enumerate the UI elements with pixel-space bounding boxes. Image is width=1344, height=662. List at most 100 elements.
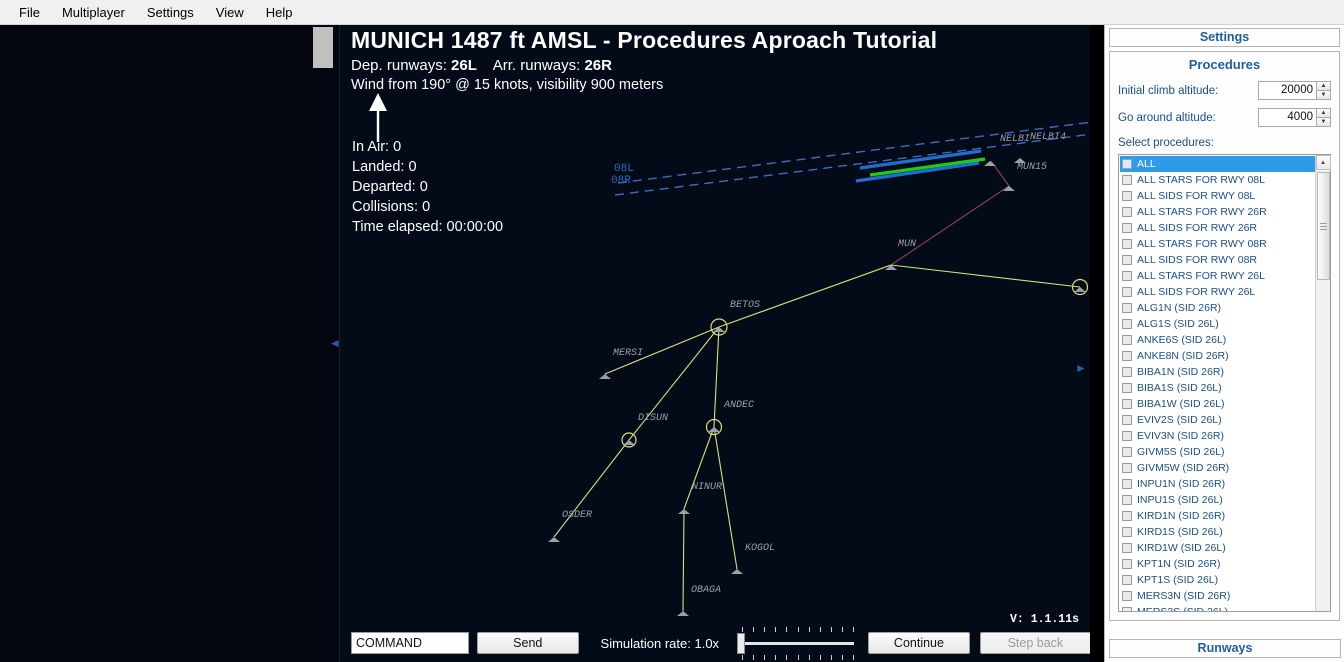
procedure-label: ALL STARS FOR RWY 08R bbox=[1137, 238, 1267, 250]
go-around-decrement-icon[interactable]: ▼ bbox=[1316, 117, 1331, 127]
procedure-list-item[interactable]: ALL SIDS FOR RWY 08R bbox=[1120, 252, 1315, 268]
checkbox-icon[interactable] bbox=[1122, 191, 1132, 201]
procedure-list-item[interactable]: BIBA1W (SID 26L) bbox=[1120, 396, 1315, 412]
procedure-list-item[interactable]: KIRD1S (SID 26L) bbox=[1120, 524, 1315, 540]
procedure-list-item[interactable]: MERS3N (SID 26R) bbox=[1120, 588, 1315, 604]
menu-item-file[interactable]: File bbox=[8, 2, 51, 23]
initial-climb-altitude-stepper[interactable]: 20000 ▲ ▼ bbox=[1258, 81, 1331, 100]
menu-item-help[interactable]: Help bbox=[255, 2, 304, 23]
procedure-list-item[interactable]: KIRD1N (SID 26R) bbox=[1120, 508, 1315, 524]
procedure-list-item[interactable]: BIBA1N (SID 26R) bbox=[1120, 364, 1315, 380]
checkbox-icon[interactable] bbox=[1122, 319, 1132, 329]
procedure-list-item[interactable]: MERS3S (SID 26L) bbox=[1120, 604, 1315, 611]
checkbox-icon[interactable] bbox=[1122, 383, 1132, 393]
collapse-right-arrow-icon[interactable]: ► bbox=[1075, 358, 1087, 378]
procedure-list-item[interactable]: ALL STARS FOR RWY 26R bbox=[1120, 204, 1315, 220]
procedure-list-item[interactable]: BIBA1S (SID 26L) bbox=[1120, 380, 1315, 396]
slider-track[interactable] bbox=[741, 642, 855, 645]
checkbox-icon[interactable] bbox=[1122, 255, 1132, 265]
scrollbar-grip-icon bbox=[1320, 221, 1327, 232]
checkbox-icon[interactable] bbox=[1122, 447, 1132, 457]
procedure-label: ALL SIDS FOR RWY 08R bbox=[1137, 254, 1258, 266]
checkbox-icon[interactable] bbox=[1122, 543, 1132, 553]
checkbox-icon[interactable] bbox=[1122, 223, 1132, 233]
checkbox-icon[interactable] bbox=[1122, 479, 1132, 489]
procedure-list-item[interactable]: ALL SIDS FOR RWY 26L bbox=[1120, 284, 1315, 300]
checkbox-icon[interactable] bbox=[1122, 239, 1132, 249]
procedure-list-item[interactable]: ALL SIDS FOR RWY 08L bbox=[1120, 188, 1315, 204]
checkbox-icon[interactable] bbox=[1122, 303, 1132, 313]
continue-button[interactable]: Continue bbox=[868, 632, 970, 654]
checkbox-icon[interactable] bbox=[1122, 511, 1132, 521]
checkbox-icon[interactable] bbox=[1122, 271, 1132, 281]
checkbox-icon[interactable] bbox=[1122, 463, 1132, 473]
initial-climb-decrement-icon[interactable]: ▼ bbox=[1316, 90, 1331, 100]
procedure-label: ALL bbox=[1137, 158, 1156, 170]
procedure-list-item[interactable]: KPT1N (SID 26R) bbox=[1120, 556, 1315, 572]
procedure-list-item[interactable]: INPU1S (SID 26L) bbox=[1120, 492, 1315, 508]
procedure-list-item[interactable]: EVIV2S (SID 26L) bbox=[1120, 412, 1315, 428]
checkbox-icon[interactable] bbox=[1122, 175, 1132, 185]
checkbox-icon[interactable] bbox=[1122, 607, 1132, 611]
checkbox-icon[interactable] bbox=[1122, 495, 1132, 505]
checkbox-icon[interactable] bbox=[1122, 287, 1132, 297]
checkbox-icon[interactable] bbox=[1122, 591, 1132, 601]
procedure-list-item[interactable]: ALG1N (SID 26R) bbox=[1120, 300, 1315, 316]
procedure-list-item[interactable]: KIRD1W (SID 26L) bbox=[1120, 540, 1315, 556]
step-back-button[interactable]: Step back bbox=[979, 632, 1090, 654]
procedure-label: KPT1N (SID 26R) bbox=[1137, 558, 1221, 570]
checkbox-icon[interactable] bbox=[1122, 431, 1132, 441]
checkbox-icon[interactable] bbox=[1122, 335, 1132, 345]
menu-item-view[interactable]: View bbox=[205, 2, 255, 23]
procedure-list-item[interactable]: ALL STARS FOR RWY 26L bbox=[1120, 268, 1315, 284]
procedure-list-item[interactable]: ALL STARS FOR RWY 08L bbox=[1120, 172, 1315, 188]
stat-departed: Departed: 0 bbox=[352, 179, 428, 195]
command-input[interactable] bbox=[351, 632, 469, 654]
go-around-altitude-input[interactable]: 4000 bbox=[1258, 108, 1316, 127]
settings-sidebar: Settings Procedures Initial climb altitu… bbox=[1104, 25, 1344, 662]
initial-climb-increment-icon[interactable]: ▲ bbox=[1316, 81, 1331, 90]
checkbox-icon[interactable] bbox=[1122, 415, 1132, 425]
procedures-list-container: ALL ALL STARS FOR RWY 08L ALL SIDS FOR RWY… bbox=[1118, 154, 1331, 612]
control-bar: Send Simulation rate: 1.0x Continue Step… bbox=[340, 624, 1090, 662]
waypoint-label-nelbi: NELBI bbox=[1000, 134, 1031, 145]
procedure-list-item[interactable]: ANKE8N (SID 26R) bbox=[1120, 348, 1315, 364]
checkbox-icon[interactable] bbox=[1122, 559, 1132, 569]
procedures-scrollbar-thumb[interactable] bbox=[1317, 172, 1330, 280]
procedures-list[interactable]: ALL ALL STARS FOR RWY 08L ALL SIDS FOR RWY… bbox=[1119, 155, 1315, 611]
send-button[interactable]: Send bbox=[477, 632, 579, 654]
procedure-list-item[interactable]: ALL SIDS FOR RWY 26R bbox=[1120, 220, 1315, 236]
procedure-list-item[interactable]: GIVM5S (SID 26L) bbox=[1120, 444, 1315, 460]
procedure-list-item[interactable]: GIVM5W (SID 26R) bbox=[1120, 460, 1315, 476]
procedure-label: KIRD1W (SID 26L) bbox=[1137, 542, 1226, 554]
checkbox-icon[interactable] bbox=[1122, 527, 1132, 537]
menu-item-multiplayer[interactable]: Multiplayer bbox=[51, 2, 136, 23]
initial-climb-altitude-input[interactable]: 20000 bbox=[1258, 81, 1316, 100]
dep-runways-label: Dep. runways: bbox=[351, 57, 447, 74]
simulation-rate-slider[interactable] bbox=[737, 624, 855, 662]
procedure-list-item[interactable]: INPU1N (SID 26R) bbox=[1120, 476, 1315, 492]
procedure-list-item[interactable]: ALG1S (SID 26L) bbox=[1120, 316, 1315, 332]
procedure-list-item[interactable]: ALL bbox=[1120, 156, 1315, 172]
menu-item-settings[interactable]: Settings bbox=[136, 2, 205, 23]
procedures-panel: Procedures Initial climb altitude: 20000… bbox=[1109, 51, 1340, 621]
checkbox-icon[interactable] bbox=[1122, 575, 1132, 585]
checkbox-icon[interactable] bbox=[1122, 159, 1132, 169]
stat-in-air: In Air: 0 bbox=[352, 139, 402, 155]
slider-thumb[interactable] bbox=[737, 633, 746, 654]
procedure-list-item[interactable]: ANKE6S (SID 26L) bbox=[1120, 332, 1315, 348]
checkbox-icon[interactable] bbox=[1122, 351, 1132, 361]
checkbox-icon[interactable] bbox=[1122, 207, 1132, 217]
left-scrollbar-thumb[interactable] bbox=[313, 27, 333, 68]
go-around-altitude-stepper[interactable]: 4000 ▲ ▼ bbox=[1258, 108, 1331, 127]
procedure-list-item[interactable]: ALL STARS FOR RWY 08R bbox=[1120, 236, 1315, 252]
checkbox-icon[interactable] bbox=[1122, 399, 1132, 409]
procedure-list-item[interactable]: EVIV3N (SID 26R) bbox=[1120, 428, 1315, 444]
procedures-scrollbar[interactable]: ▲ bbox=[1315, 155, 1331, 611]
scroll-up-arrow-icon[interactable]: ▲ bbox=[1315, 155, 1331, 170]
checkbox-icon[interactable] bbox=[1122, 367, 1132, 377]
stat-time-elapsed: Time elapsed: 00:00:00 bbox=[352, 219, 504, 235]
radar-display[interactable]: MUNICH 1487 ft AMSL - Procedures Aproach… bbox=[339, 25, 1090, 662]
go-around-increment-icon[interactable]: ▲ bbox=[1316, 108, 1331, 117]
procedure-list-item[interactable]: KPT1S (SID 26L) bbox=[1120, 572, 1315, 588]
